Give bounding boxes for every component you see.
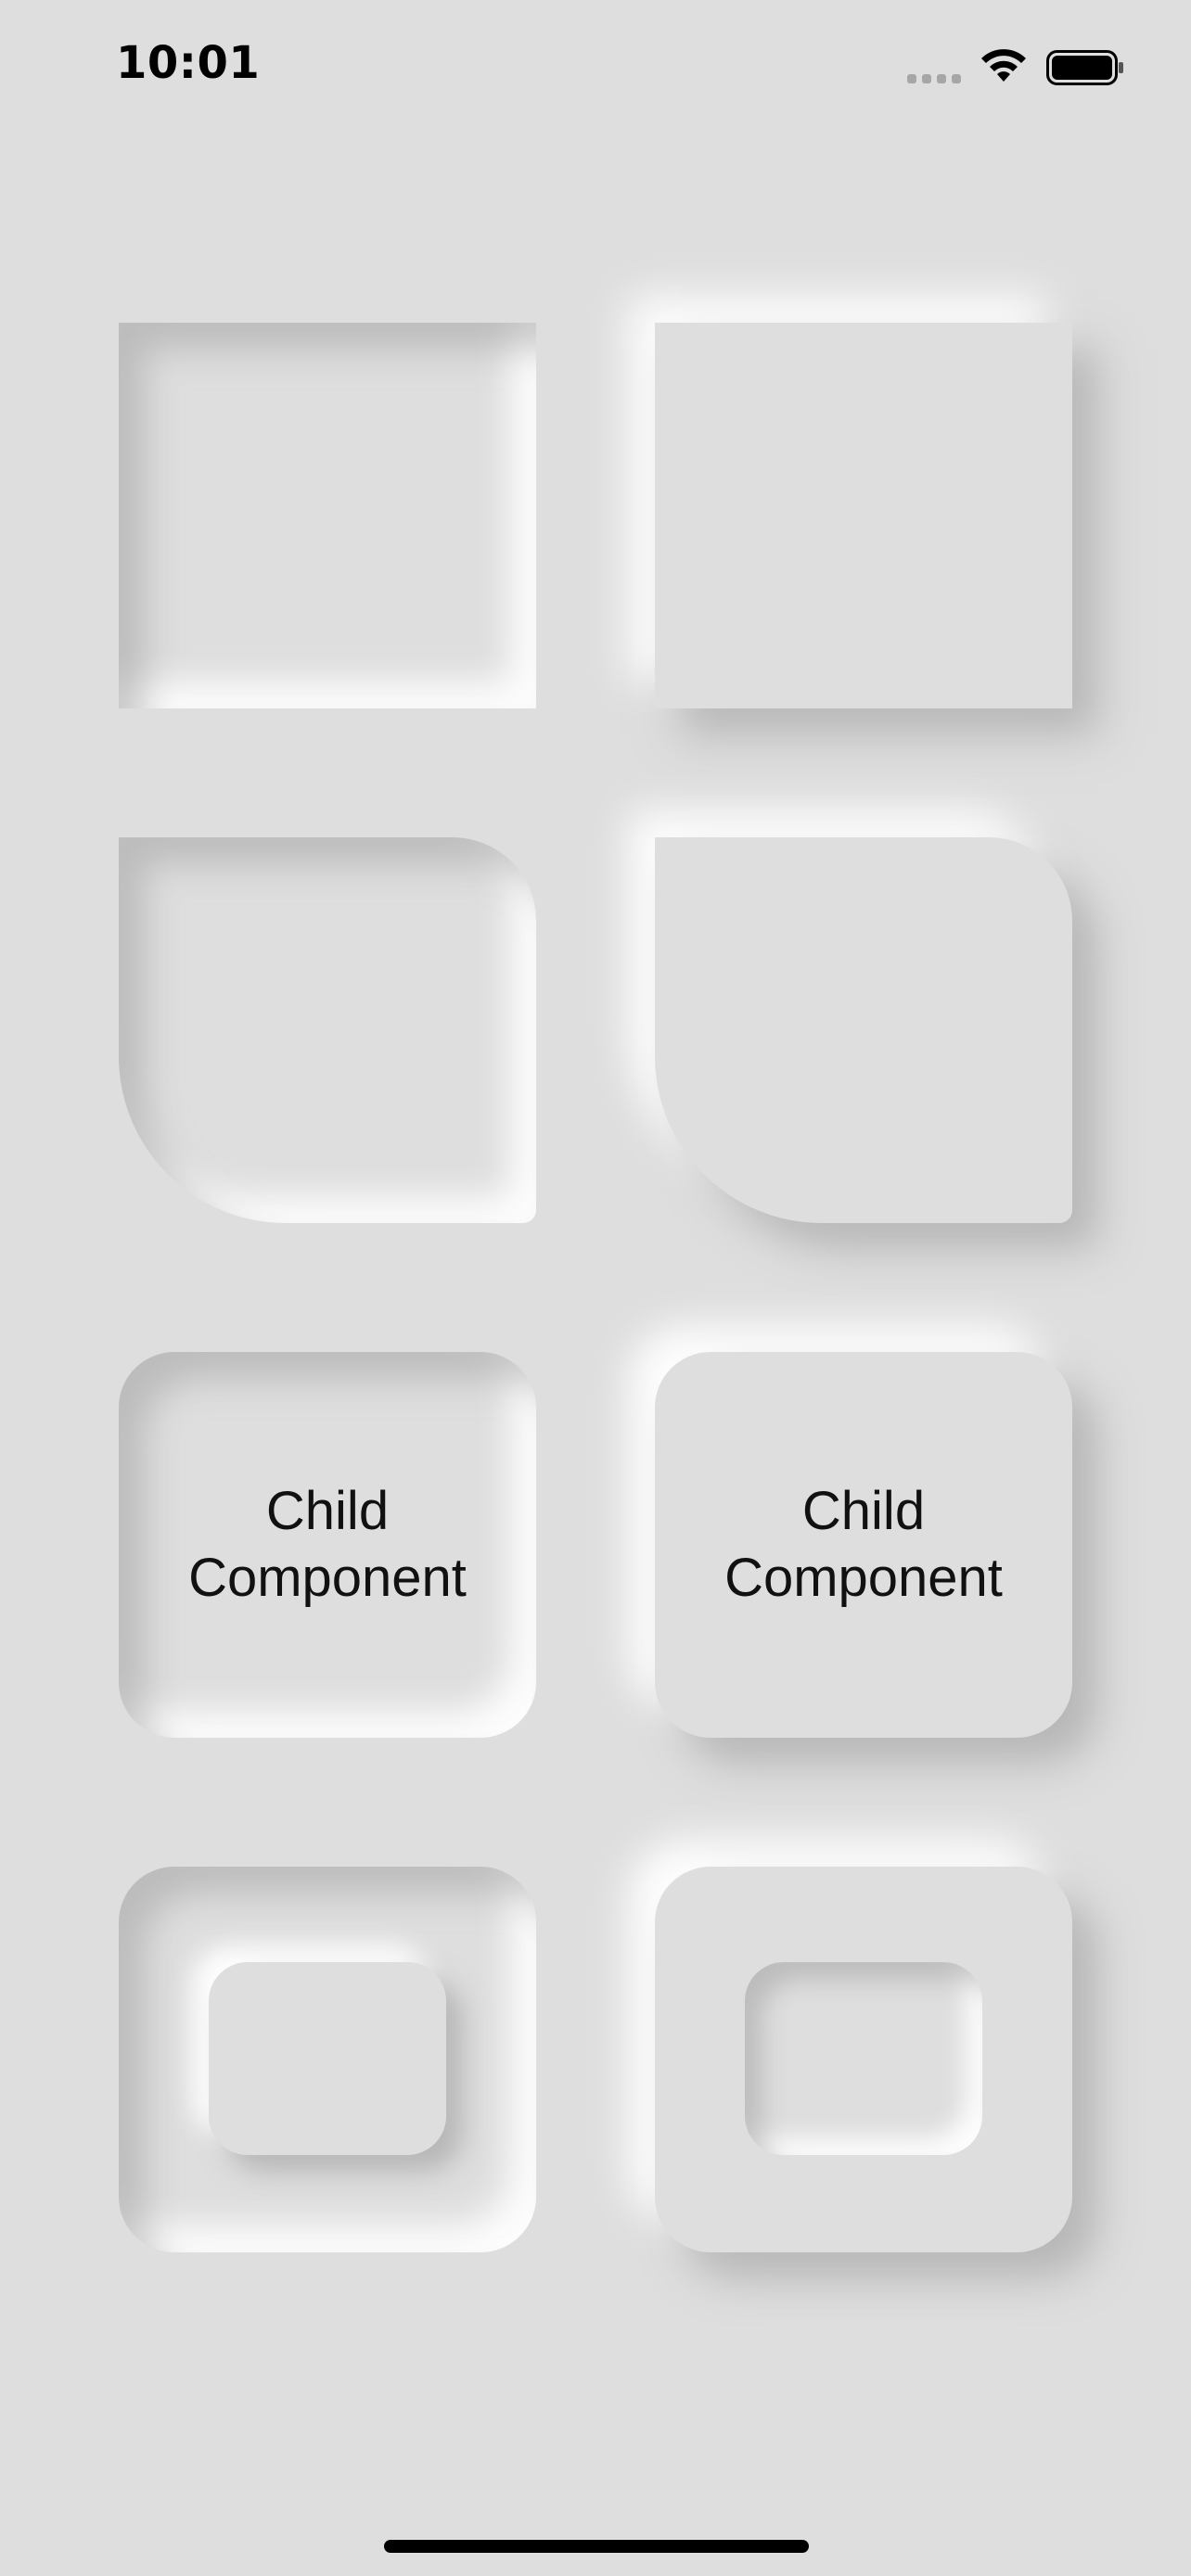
inset-inner-card: [745, 1962, 982, 2155]
child-component-label-line1: Child: [801, 1481, 926, 1541]
inset-nested-card: [119, 1867, 536, 2252]
status-time: 10:01: [116, 37, 261, 89]
child-component-label-line2: Component: [724, 1548, 1003, 1608]
raised-inner-card: [209, 1962, 446, 2155]
home-indicator[interactable]: [384, 2540, 809, 2553]
child-component-label-line1: Child: [265, 1481, 390, 1541]
wifi-icon: [981, 49, 1026, 82]
child-component-label-line2: Component: [188, 1548, 467, 1608]
inset-square-card: [119, 323, 536, 708]
raised-nested-card: [655, 1867, 1072, 2252]
inset-child-component-card: Child Component: [119, 1352, 536, 1738]
inset-leaf-card: [119, 837, 536, 1223]
battery-icon: [1046, 50, 1123, 85]
child-component-label: Child Component: [655, 1478, 1072, 1612]
child-component-label: Child Component: [119, 1478, 536, 1612]
raised-leaf-card: [655, 837, 1072, 1223]
raised-child-component-card: Child Component: [655, 1352, 1072, 1738]
raised-square-card: [655, 323, 1072, 708]
signal-dots-icon: [907, 74, 963, 83]
